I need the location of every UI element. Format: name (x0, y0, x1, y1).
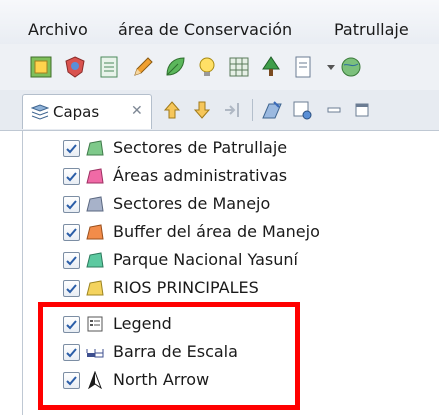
shield-icon[interactable] (62, 54, 88, 80)
indent-icon[interactable] (220, 98, 244, 122)
toolbar-separator (252, 99, 253, 121)
legend-icon (85, 315, 105, 333)
layer-checkbox[interactable] (63, 344, 80, 361)
capas-window: Archivo área de Conservación Patrullaje (0, 0, 439, 415)
arrow-up-icon[interactable] (160, 98, 184, 122)
layer-row[interactable]: Áreas administrativas (63, 164, 423, 190)
document-icon[interactable] (290, 54, 316, 80)
layer-checkbox[interactable] (63, 196, 80, 213)
layer-name: Barra de Escala (113, 342, 238, 361)
layer-name: Áreas administrativas (113, 166, 288, 185)
menu-area-conservacion[interactable]: área de Conservación (118, 20, 292, 39)
menu-archivo[interactable]: Archivo (28, 20, 88, 39)
globe-icon[interactable] (338, 54, 364, 80)
layers-tab-icon (30, 104, 50, 120)
view-toolbar: Capas ✕ (0, 90, 439, 131)
layer-row[interactable]: Sectores de Manejo (63, 192, 423, 218)
tab-capas[interactable]: Capas ✕ (22, 94, 152, 129)
layer-row[interactable]: Sectores de Patrullaje (63, 136, 423, 162)
grid-icon[interactable] (226, 54, 252, 80)
maximize-icon[interactable] (350, 98, 374, 122)
pencil-icon[interactable] (130, 54, 156, 80)
layer-checkbox[interactable] (63, 280, 80, 297)
map-icon[interactable] (28, 54, 54, 80)
layer-name: Sectores de Manejo (113, 194, 271, 213)
layer-checkbox[interactable] (63, 168, 80, 185)
layer-name: Sectores de Patrullaje (113, 138, 288, 157)
menu-bar: Archivo área de Conservación Patrullaje (0, 0, 439, 45)
layer-checkbox[interactable] (63, 140, 80, 157)
layer-tree: Sectores de Patrullaje Áreas administrat… (22, 130, 439, 415)
minimize-icon[interactable] (322, 98, 346, 122)
polygon-icon (85, 139, 105, 157)
layer-checkbox[interactable] (63, 224, 80, 241)
main-toolbar (0, 44, 439, 91)
bulb-icon[interactable] (194, 54, 220, 80)
layer-name: Buffer del área de Manejo (113, 222, 320, 241)
layer-row[interactable]: North Arrow (63, 368, 423, 394)
polygon-icon (85, 279, 105, 297)
tab-label: Capas (53, 103, 100, 121)
layer-name: Parque Nacional Yasuní (113, 250, 298, 269)
layer-row[interactable]: Legend (63, 312, 423, 338)
properties-icon[interactable] (290, 98, 314, 122)
layer-checkbox[interactable] (63, 316, 80, 333)
layer-row[interactable]: Parque Nacional Yasuní (63, 248, 423, 274)
layer-row[interactable]: Barra de Escala (63, 340, 423, 366)
polygon-icon (85, 223, 105, 241)
layer-name: RIOS PRINCIPALES (113, 278, 259, 297)
polygon-icon (85, 195, 105, 213)
layer-row[interactable]: Buffer del área de Manejo (63, 220, 423, 246)
tree-icon[interactable] (258, 54, 284, 80)
leaf-icon[interactable] (162, 54, 188, 80)
scale-bar-icon (85, 343, 105, 361)
arrow-down-icon[interactable] (190, 98, 214, 122)
north-arrow-icon (85, 371, 105, 389)
dropdown-arrow-icon[interactable] (318, 54, 335, 80)
polygon-icon (85, 167, 105, 185)
layer-checkbox[interactable] (63, 252, 80, 269)
edit-layer-icon[interactable] (260, 98, 284, 122)
layer-row[interactable]: RIOS PRINCIPALES (63, 276, 423, 302)
close-icon[interactable]: ✕ (131, 103, 143, 119)
polygon-icon (85, 251, 105, 269)
layer-name: North Arrow (113, 370, 210, 389)
layer-checkbox[interactable] (63, 372, 80, 389)
layer-name: Legend (113, 314, 172, 333)
form-icon[interactable] (96, 54, 122, 80)
menu-patrullaje[interactable]: Patrullaje (334, 20, 409, 39)
